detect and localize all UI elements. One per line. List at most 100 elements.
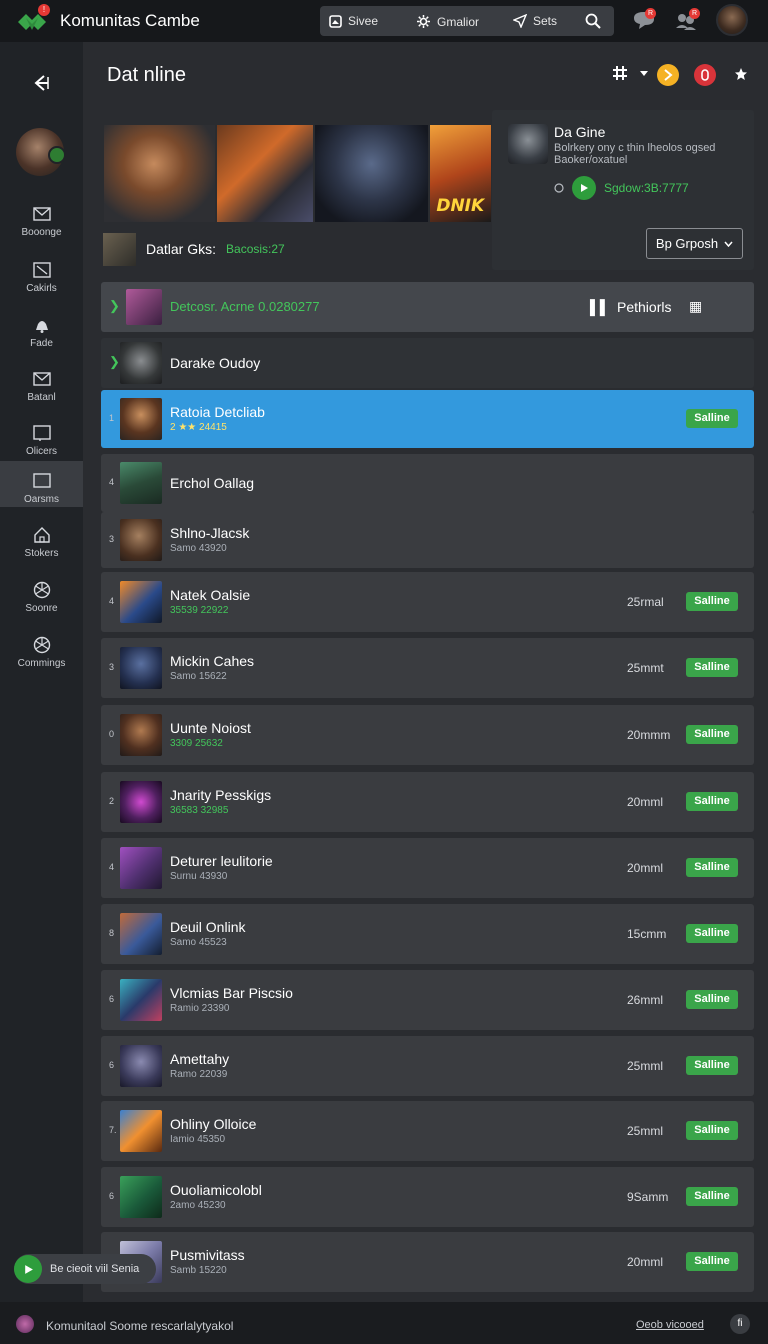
topnav-item-sets[interactable]: Sets <box>513 14 557 28</box>
sidebar-item-stokers[interactable]: Stokers <box>0 526 83 572</box>
list-item[interactable]: 4 Natek Oalsie 35539 22922 25rmal Salline <box>101 572 754 632</box>
featured-game-thumbnail[interactable] <box>508 124 548 164</box>
footer-link[interactable]: Oeob vicooed <box>636 1319 704 1331</box>
game-thumbnail <box>120 581 162 623</box>
radio-icon[interactable] <box>554 183 564 193</box>
send-icon <box>513 14 527 28</box>
list-item[interactable]: ❯ Darake Oudoy <box>101 338 754 388</box>
play-button[interactable] <box>572 176 596 200</box>
list-item[interactable]: 4 Erchol Oallag <box>101 454 754 512</box>
sidebar-item-booonge[interactable]: Booonge <box>0 205 83 251</box>
record-icon[interactable] <box>693 63 717 87</box>
footer-action-button[interactable]: fi <box>730 1314 750 1334</box>
chevron-down-icon[interactable] <box>639 70 649 78</box>
star-icon[interactable] <box>734 67 748 81</box>
list-item[interactable]: 7. Ohliny Olloice Iamio 45350 25mml Salline <box>101 1101 754 1161</box>
list-item[interactable]: 2 Jnarity Pesskigs 36583 32985 20mml Salline <box>101 772 754 832</box>
status-badge[interactable]: Salline <box>686 990 738 1009</box>
expand-arrow-icon[interactable]: ❯ <box>109 298 120 314</box>
status-badge[interactable]: Salline <box>686 792 738 811</box>
friends-button[interactable]: R <box>672 6 700 34</box>
hash-icon[interactable] <box>611 64 629 82</box>
game-name: Amettahy <box>170 1051 230 1067</box>
row-index: 6 <box>109 994 115 1004</box>
banner-tile[interactable] <box>104 125 216 222</box>
list-item[interactable]: 6 Vlcmias Bar Piscsio Ramio 23390 26mml Sall… <box>101 970 754 1030</box>
top-bar: ! Komunitas Cambe Sivee Gmalior Sets R R <box>0 0 768 42</box>
list-item[interactable]: 0 Uunte Noiost 3309 25632 20mmm Salline <box>101 705 754 765</box>
list-item[interactable]: 6 Ouoliamicolobl 2amo 45230 9Samm Salline <box>101 1167 754 1227</box>
status-badge[interactable]: Salline <box>686 924 738 943</box>
status-badge[interactable]: Salline <box>686 409 738 428</box>
expand-arrow-icon[interactable]: ❯ <box>109 354 120 370</box>
list-item[interactable]: 4 Deturer leulitorie Surnu 43930 20mml Salli… <box>101 838 754 898</box>
list-item[interactable]: ❯ Detcosr. Acrne 0.0280277 ▐▐ Pethiorls ▦ <box>101 282 754 332</box>
status-badge[interactable]: Salline <box>686 592 738 611</box>
back-arrow-icon[interactable] <box>28 70 54 96</box>
game-meta: Surnu 43930 <box>170 871 228 882</box>
group-dropdown[interactable]: Bp Grposh <box>646 228 743 259</box>
sidebar-item-label: Fade <box>30 338 53 349</box>
game-time: 9Samm <box>627 1190 669 1204</box>
status-badge[interactable]: Salline <box>686 1056 738 1075</box>
game-name: Deuil Onlink <box>170 919 246 935</box>
sidebar-item-oarsms[interactable]: Oarsms <box>0 461 83 507</box>
coin-icon[interactable] <box>656 63 680 87</box>
status-badge[interactable]: Salline <box>686 1252 738 1271</box>
sidebar-item-commings[interactable]: Commings <box>0 636 83 682</box>
user-avatar[interactable] <box>716 4 748 36</box>
row-index: 4 <box>109 596 115 606</box>
game-name: Vlcmias Bar Piscsio <box>170 985 293 1001</box>
game-name: Darake Oudoy <box>170 355 261 371</box>
status-badge[interactable]: Salline <box>686 1187 738 1206</box>
now-playing-pill[interactable]: Be cieoit viil Senia <box>14 1254 156 1284</box>
status-badge[interactable]: Salline <box>686 1121 738 1140</box>
topnav-item-gmalior[interactable]: Gmalior <box>416 14 479 29</box>
game-thumbnail <box>120 1110 162 1152</box>
status-badge[interactable]: Salline <box>686 725 738 744</box>
periods-label[interactable]: Pethiorls <box>617 299 671 315</box>
notifications-button[interactable]: R <box>630 6 658 34</box>
list-item[interactable]: 1 Ratoia Detcliab 2 ★★ 24415 Salline <box>101 390 754 448</box>
topnav-label: Sets <box>533 14 558 28</box>
profile-status-badge <box>48 146 66 164</box>
list-item[interactable]: 8 Deuil Onlink Samo 45523 15cmm Salline <box>101 904 754 964</box>
now-playing-play-button[interactable] <box>14 1255 42 1283</box>
list-item[interactable]: 3 Mickin Cahes Samo 15622 25mmt Salline <box>101 638 754 698</box>
game-thumbnail <box>120 979 162 1021</box>
game-banner[interactable]: DNIK <box>104 125 491 222</box>
status-badge[interactable]: Salline <box>686 658 738 677</box>
game-time: 25mml <box>627 1059 664 1073</box>
banner-tile[interactable] <box>217 125 313 222</box>
topnav-item-sivee[interactable]: Sivee <box>329 14 378 28</box>
footer: Komunitaol Soome rescarlalytyakol Oeob v… <box>0 1302 768 1344</box>
sidebar-item-fade[interactable]: Fade <box>0 316 83 362</box>
stats-icon[interactable]: ▐▐ <box>585 299 605 315</box>
window-icon <box>32 425 51 441</box>
game-time: 20mmm <box>627 728 671 742</box>
square-slash-icon <box>32 262 51 278</box>
image-icon <box>329 14 342 28</box>
game-meta: Samo 45523 <box>170 937 227 948</box>
aperture-icon <box>33 581 50 599</box>
play-icon <box>24 1264 33 1274</box>
grid-icon[interactable]: ▦ <box>689 298 702 315</box>
page-title: Dat nline <box>107 64 186 86</box>
list-item[interactable]: 6 Amettahy Ramo 22039 25mml Salline <box>101 1036 754 1096</box>
banner-tile[interactable]: DNIK <box>430 125 491 222</box>
game-meta: Samb 15220 <box>170 1265 227 1276</box>
list-item[interactable]: 3 Shlno-Jlacsk Samo 43920 <box>101 512 754 568</box>
banner-tile[interactable] <box>314 125 429 222</box>
sidebar-item-batanl[interactable]: Batanl <box>0 370 83 416</box>
sidebar-item-soonre[interactable]: Soonre <box>0 581 83 627</box>
game-name: Ratoia Detcliab <box>170 404 265 420</box>
sidebar-item-cakirls[interactable]: Cakirls <box>0 261 83 307</box>
list-item[interactable]: Pusmivitass Samb 15220 20mml Salline <box>101 1232 754 1292</box>
featured-game-card: Da Gine Bolrkery ony c thin lheolos ogse… <box>492 110 754 270</box>
search-icon[interactable] <box>585 13 601 29</box>
featured-game-status: Sgdow:3B:7777 <box>554 176 689 200</box>
game-meta: 2 ★★ 24415 <box>170 422 227 433</box>
status-badge[interactable]: Salline <box>686 858 738 877</box>
game-name: Mickin Cahes <box>170 653 255 669</box>
row-index: 3 <box>109 534 115 544</box>
